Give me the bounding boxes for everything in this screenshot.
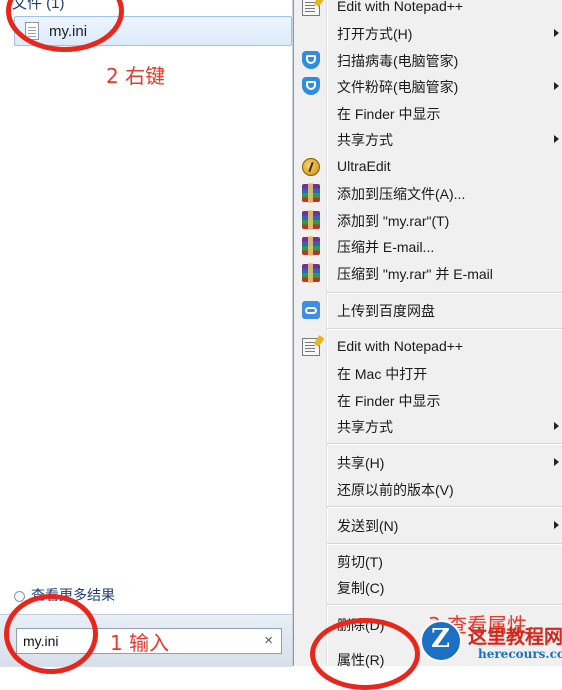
menu-item-cut[interactable]: 剪切(T) [294, 548, 562, 574]
menu-item-label: 打开方式(H) [337, 26, 413, 42]
highlight-ring-properties [310, 618, 420, 690]
menu-item-share[interactable]: 共享(H) [294, 449, 562, 475]
watermark-url: herecours.com [478, 647, 562, 661]
context-menu: Edit with Notepad++ 打开方式(H) 扫描病毒(电脑管家) 文… [293, 0, 562, 668]
menu-item-label: 共享方式 [337, 419, 393, 435]
menu-item-scan-virus[interactable]: 扫描病毒(电脑管家) [294, 47, 562, 73]
pc-manager-shield-icon [302, 77, 320, 95]
menu-item-share-via-2[interactable]: 共享方式 [294, 413, 562, 439]
submenu-arrow-icon [554, 422, 559, 430]
menu-item-label: 在 Mac 中打开 [337, 366, 428, 382]
menu-separator [327, 443, 562, 445]
menu-item-restore-previous[interactable]: 还原以前的版本(V) [294, 476, 562, 502]
menu-item-label: 共享方式 [337, 132, 393, 148]
notepadpp-icon [302, 338, 320, 356]
menu-item-label: Edit with Notepad++ [337, 0, 464, 14]
submenu-arrow-icon [554, 82, 559, 90]
menu-item-label: 添加到压缩文件(A)... [337, 186, 466, 202]
menu-item-label: 添加到 "my.rar"(T) [337, 213, 450, 229]
menu-item-file-shredder[interactable]: 文件粉碎(电脑管家) [294, 73, 562, 99]
menu-item-label: 压缩到 "my.rar" 并 E-mail [337, 266, 493, 282]
menu-item-show-in-finder[interactable]: 在 Finder 中显示 [294, 100, 562, 126]
menu-separator [327, 604, 562, 606]
menu-separator [327, 328, 562, 330]
menu-item-label: 还原以前的版本(V) [337, 482, 454, 498]
menu-item-open-with[interactable]: 打开方式(H) [294, 20, 562, 46]
menu-item-show-in-finder-2[interactable]: 在 Finder 中显示 [294, 387, 562, 413]
menu-item-edit-notepadpp[interactable]: Edit with Notepad++ [294, 0, 562, 20]
menu-item-ultraedit[interactable]: UltraEdit [294, 154, 562, 180]
menu-item-label: 复制(C) [337, 580, 385, 596]
submenu-arrow-icon [554, 458, 559, 466]
menu-separator [327, 543, 562, 545]
menu-item-send-to[interactable]: 发送到(N) [294, 512, 562, 538]
menu-item-label: 发送到(N) [337, 518, 399, 534]
annotation-step1: 1 输入 [110, 631, 170, 655]
menu-item-open-in-mac[interactable]: 在 Mac 中打开 [294, 360, 562, 386]
menu-item-upload-baidu[interactable]: 上传到百度网盘 [294, 297, 562, 323]
menu-item-label: UltraEdit [337, 158, 391, 174]
submenu-arrow-icon [554, 135, 559, 143]
menu-item-label: 剪切(T) [337, 554, 383, 570]
menu-item-compress-my-rar-email[interactable]: 压缩到 "my.rar" 并 E-mail [294, 260, 562, 286]
site-watermark: 这里教程网 herecours.com [416, 618, 562, 666]
winrar-icon [302, 210, 320, 230]
menu-item-label: 上传到百度网盘 [337, 303, 435, 319]
menu-item-add-to-archive[interactable]: 添加到压缩文件(A)... [294, 180, 562, 206]
pc-manager-shield-icon [302, 51, 320, 69]
annotation-step2: 2 右键 [106, 64, 166, 88]
menu-item-copy[interactable]: 复制(C) [294, 574, 562, 600]
menu-item-label: 共享(H) [337, 455, 385, 471]
menu-item-label: 在 Finder 中显示 [337, 393, 441, 409]
menu-item-add-to-my-rar[interactable]: 添加到 "my.rar"(T) [294, 207, 562, 233]
menu-item-label: 扫描病毒(电脑管家) [337, 53, 459, 69]
ultraedit-icon [302, 158, 320, 176]
site-logo-icon [420, 620, 462, 662]
winrar-icon [302, 236, 320, 256]
watermark-title: 这里教程网 [468, 626, 562, 648]
submenu-arrow-icon [554, 521, 559, 529]
menu-item-edit-notepadpp-2[interactable]: Edit with Notepad++ [294, 334, 562, 360]
menu-item-compress-email[interactable]: 压缩并 E-mail... [294, 233, 562, 259]
menu-item-label: 文件粉碎(电脑管家) [337, 79, 459, 95]
notepadpp-icon [302, 0, 320, 16]
winrar-icon [302, 263, 320, 283]
highlight-ring-search [4, 594, 98, 674]
menu-item-label: 在 Finder 中显示 [337, 106, 441, 122]
submenu-arrow-icon [554, 29, 559, 37]
menu-item-share-via[interactable]: 共享方式 [294, 126, 562, 152]
menu-separator [327, 506, 562, 508]
winrar-icon [302, 183, 320, 203]
menu-item-label: 压缩并 E-mail... [337, 239, 435, 255]
menu-separator [327, 292, 562, 294]
clear-search-icon[interactable]: × [264, 632, 273, 649]
baidu-cloud-icon [302, 301, 320, 319]
start-search-panel: 文件 (1) my.ini 查看更多结果 my.ini × [0, 0, 293, 667]
menu-item-label: Edit with Notepad++ [337, 338, 464, 354]
